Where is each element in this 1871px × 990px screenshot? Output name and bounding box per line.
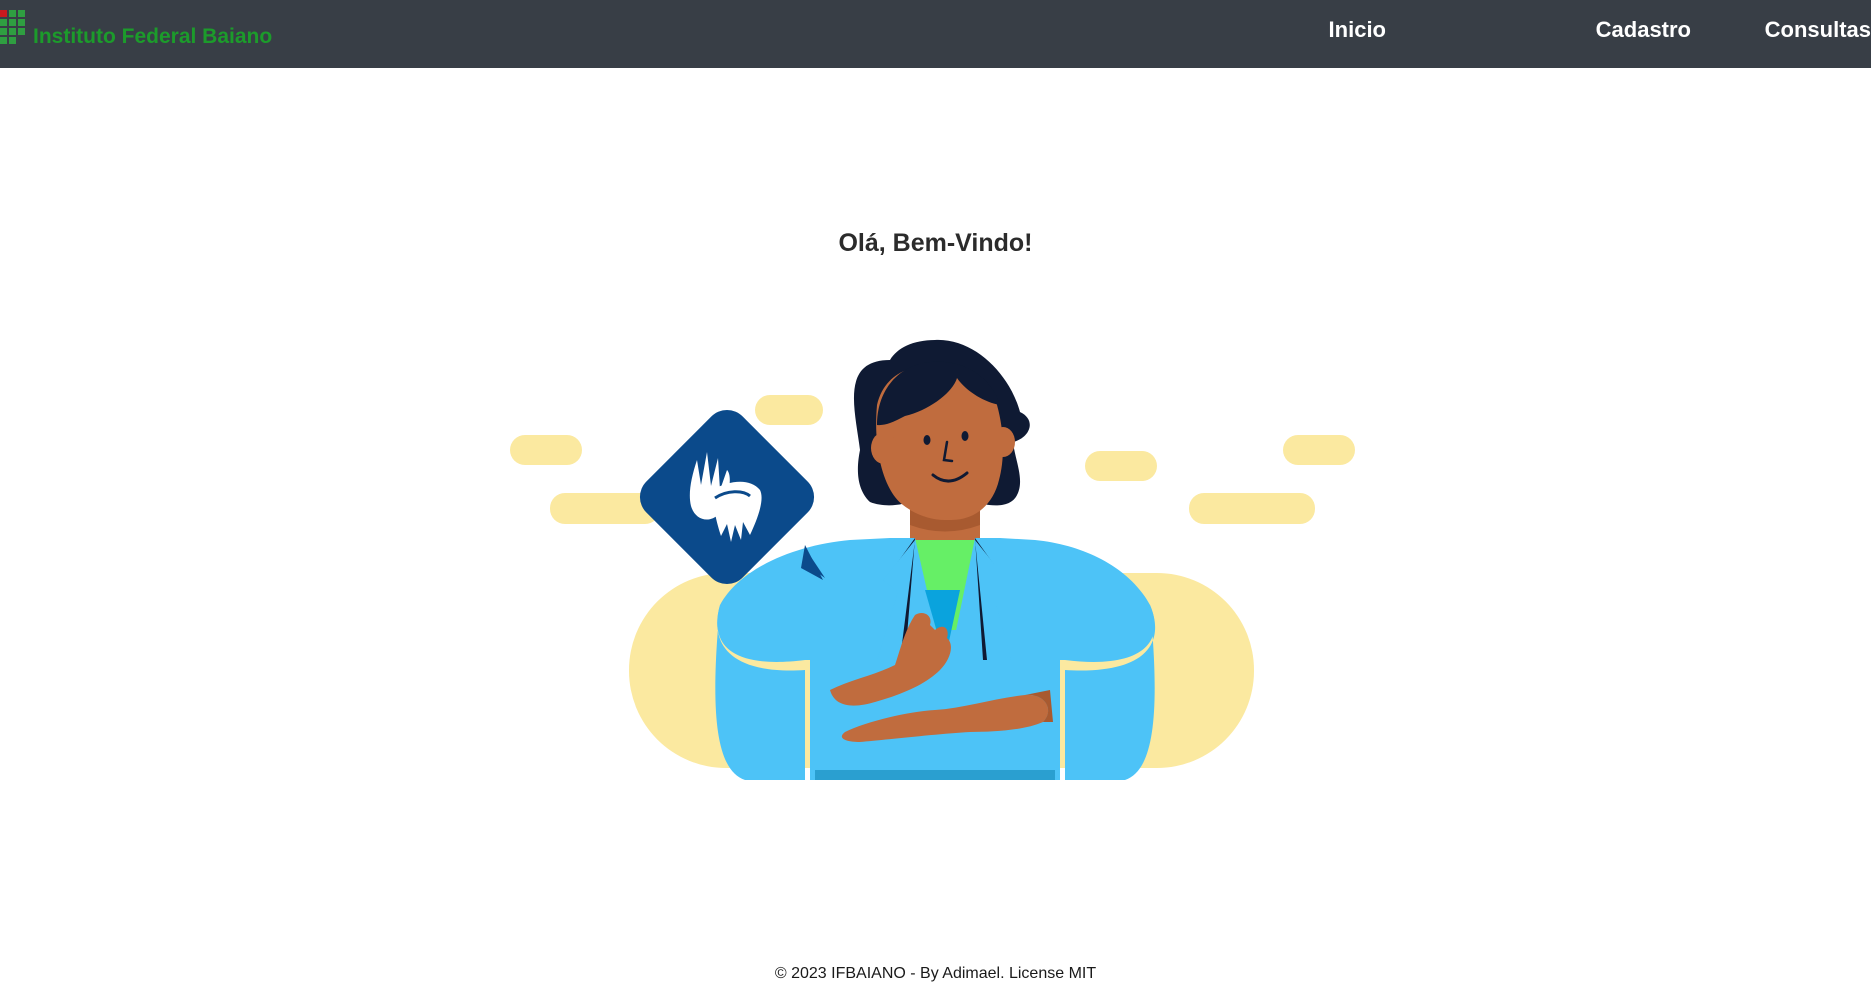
nav-link-inicio[interactable]: Inicio [1329, 17, 1386, 43]
top-navbar: Instituto Federal Baiano Inicio Cadastro… [0, 0, 1871, 68]
ifbaiano-logo-icon [0, 10, 28, 46]
footer-text: © 2023 IFBAIANO - By Adimael. License MI… [774, 965, 1097, 982]
brand-link[interactable]: Instituto Federal Baiano [0, 10, 272, 48]
brand-name: Instituto Federal Baiano [33, 25, 273, 48]
page-footer: © 2023 IFBAIANO - By Adimael. License MI… [0, 965, 1871, 983]
nav-link-cadastro[interactable]: Cadastro [1596, 17, 1691, 43]
sign-language-illustration [510, 339, 1355, 780]
nav-link-consultas[interactable]: Consultas [1765, 17, 1871, 43]
welcome-title: Olá, Bem-Vindo! [838, 229, 1033, 257]
